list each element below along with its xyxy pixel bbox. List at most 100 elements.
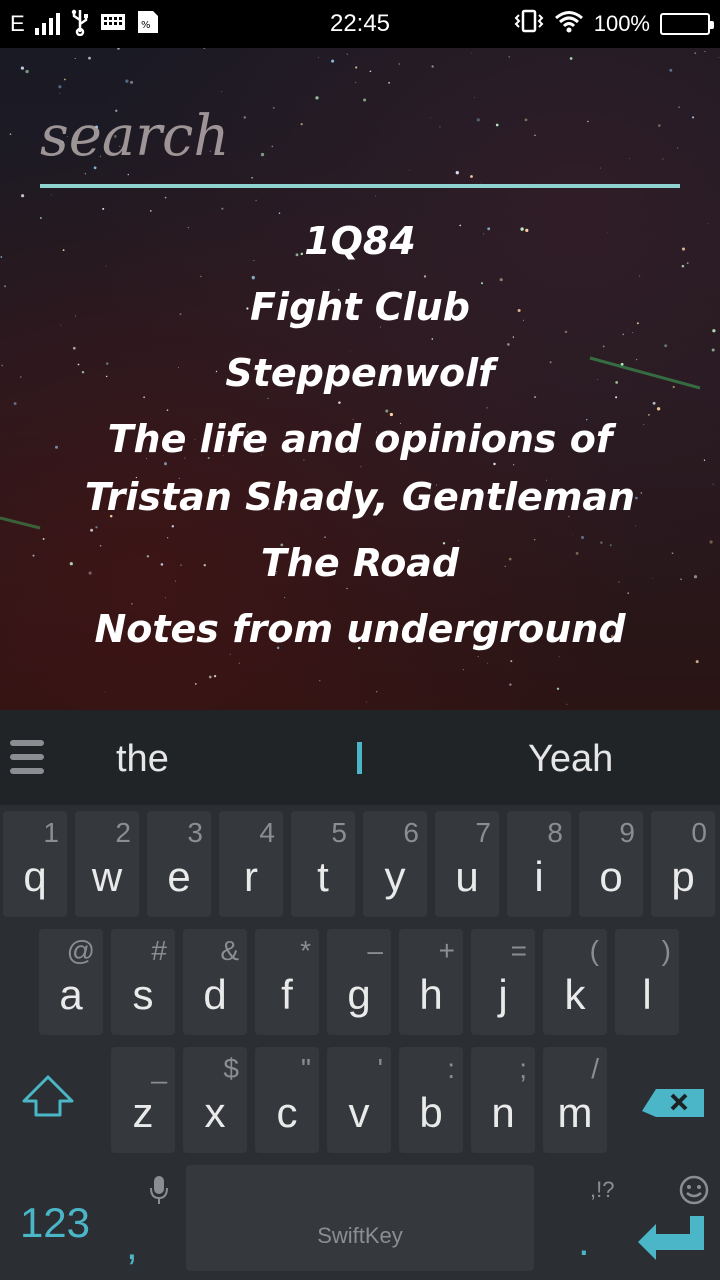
search-underline (40, 184, 680, 188)
result-item[interactable]: Fight Club (40, 274, 680, 340)
key-s[interactable]: # s (111, 929, 175, 1035)
result-item[interactable]: Steppenwolf (40, 340, 680, 406)
search-field[interactable] (40, 88, 680, 190)
key-primary-label: k (564, 971, 586, 1018)
battery-icon (660, 13, 714, 35)
suggestion-bar: the Yeah (0, 710, 720, 805)
key-i[interactable]: 8i (507, 811, 571, 917)
menu-icon[interactable] (10, 740, 44, 774)
period-symbols: ,!? (590, 1177, 615, 1202)
key-m[interactable]: / m (543, 1047, 607, 1153)
period-label: . (578, 1217, 590, 1264)
key-h[interactable]: + h (399, 929, 463, 1035)
key-secondary-label: " (301, 1053, 311, 1084)
key-primary-label: o (599, 853, 623, 900)
key-g[interactable]: – g (327, 929, 391, 1035)
key-k[interactable]: (k (543, 929, 607, 1035)
key-e[interactable]: 3e (147, 811, 211, 917)
key-a[interactable]: @ a (39, 929, 103, 1035)
key-y[interactable]: 6y (363, 811, 427, 917)
key-secondary-label: _ (151, 1053, 167, 1084)
key-p[interactable]: 0p (651, 811, 715, 917)
key-primary-label: g (347, 971, 371, 1018)
key-primary-label: f (281, 971, 293, 1018)
battery-percent: 100% (593, 11, 650, 36)
key-j[interactable]: = j (471, 929, 535, 1035)
key-primary-label: p (671, 853, 695, 900)
key-v[interactable]: ' v (327, 1047, 391, 1153)
vibrate-icon (514, 9, 544, 39)
key-secondary-label: 0 (691, 817, 707, 848)
key-primary-label: l (642, 971, 652, 1018)
key-secondary-label: @ (66, 935, 95, 966)
key-u[interactable]: 7u (435, 811, 499, 917)
key-primary-label: n (491, 1089, 515, 1136)
key-primary-label: z (132, 1089, 154, 1136)
key-b[interactable]: :b (399, 1047, 463, 1153)
key-primary-label: c (276, 1089, 298, 1136)
key-q[interactable]: 1q (3, 811, 67, 917)
key-primary-label: a (59, 971, 83, 1018)
search-input[interactable] (40, 88, 680, 184)
key-secondary-label: = (510, 935, 527, 966)
key-w[interactable]: 2w (75, 811, 139, 917)
key-primary-label: u (455, 853, 479, 900)
results-list: 1Q84 Fight Club Steppenwolf The life and… (40, 208, 680, 662)
backspace-key[interactable] (620, 1047, 720, 1153)
key-secondary-label: ( (589, 935, 599, 966)
key-z[interactable]: _ z (111, 1047, 175, 1153)
key-f[interactable]: * f (255, 929, 319, 1035)
key-secondary-label: + (438, 935, 455, 966)
result-item[interactable]: The Road (40, 530, 680, 596)
key-c[interactable]: " c (255, 1047, 319, 1153)
key-r[interactable]: 4r (219, 811, 283, 917)
key-secondary-label: ' (377, 1053, 383, 1084)
suggestion-middle[interactable] (357, 742, 362, 774)
key-primary-label: d (203, 971, 227, 1018)
key-primary-label: w (91, 853, 123, 900)
emoji-icon[interactable] (678, 1174, 710, 1206)
key-primary-label: v (348, 1089, 370, 1136)
key-secondary-label: ) (661, 935, 671, 966)
key-o[interactable]: 9o (579, 811, 643, 917)
key-primary-label: i (534, 853, 544, 900)
key-primary-label: x (204, 1089, 226, 1136)
key-primary-label: m (557, 1089, 593, 1136)
result-item[interactable]: The life and opinions of Tristan Shady, … (40, 406, 680, 530)
key-n[interactable]: ; n (471, 1047, 535, 1153)
key-primary-label: q (23, 853, 47, 900)
numbers-key[interactable]: 123 (0, 1165, 110, 1280)
comma-key[interactable]: , (112, 1165, 172, 1280)
result-item[interactable]: Notes from underground (40, 596, 680, 662)
key-secondary-label: 8 (547, 817, 563, 848)
key-primary-label: r (244, 853, 258, 900)
shift-icon (22, 1075, 74, 1117)
space-key[interactable]: SwiftKey (186, 1165, 534, 1271)
key-secondary-label: * (300, 935, 311, 966)
comma-label: , (126, 1221, 138, 1268)
backspace-icon (642, 1089, 704, 1117)
app-screen: 1Q84 Fight Club Steppenwolf The life and… (0, 48, 720, 710)
result-item[interactable]: 1Q84 (40, 208, 680, 274)
key-secondary-label: & (220, 935, 239, 966)
key-primary-label: h (419, 971, 443, 1018)
suggestion-left[interactable]: the (116, 738, 169, 781)
key-secondary-label: 5 (331, 817, 347, 848)
swiftkey-brand: SwiftKey (317, 1223, 403, 1248)
status-bar: E % 22:45 100% (0, 0, 720, 48)
suggestion-right[interactable]: Yeah (528, 738, 613, 781)
enter-icon[interactable] (634, 1210, 708, 1260)
key-secondary-label: / (591, 1053, 599, 1084)
microphone-icon (150, 1176, 168, 1204)
period-key[interactable]: ,!? . (548, 1165, 618, 1280)
wifi-icon (554, 9, 584, 39)
key-primary-label: t (317, 853, 329, 900)
key-primary-label: b (419, 1089, 443, 1136)
key-secondary-label: – (367, 935, 383, 966)
shift-key[interactable] (0, 1047, 102, 1153)
key-t[interactable]: 5t (291, 811, 355, 917)
key-x[interactable]: $ x (183, 1047, 247, 1153)
key-d[interactable]: & d (183, 929, 247, 1035)
key-secondary-label: ; (519, 1053, 527, 1084)
key-l[interactable]: ) l (615, 929, 679, 1035)
